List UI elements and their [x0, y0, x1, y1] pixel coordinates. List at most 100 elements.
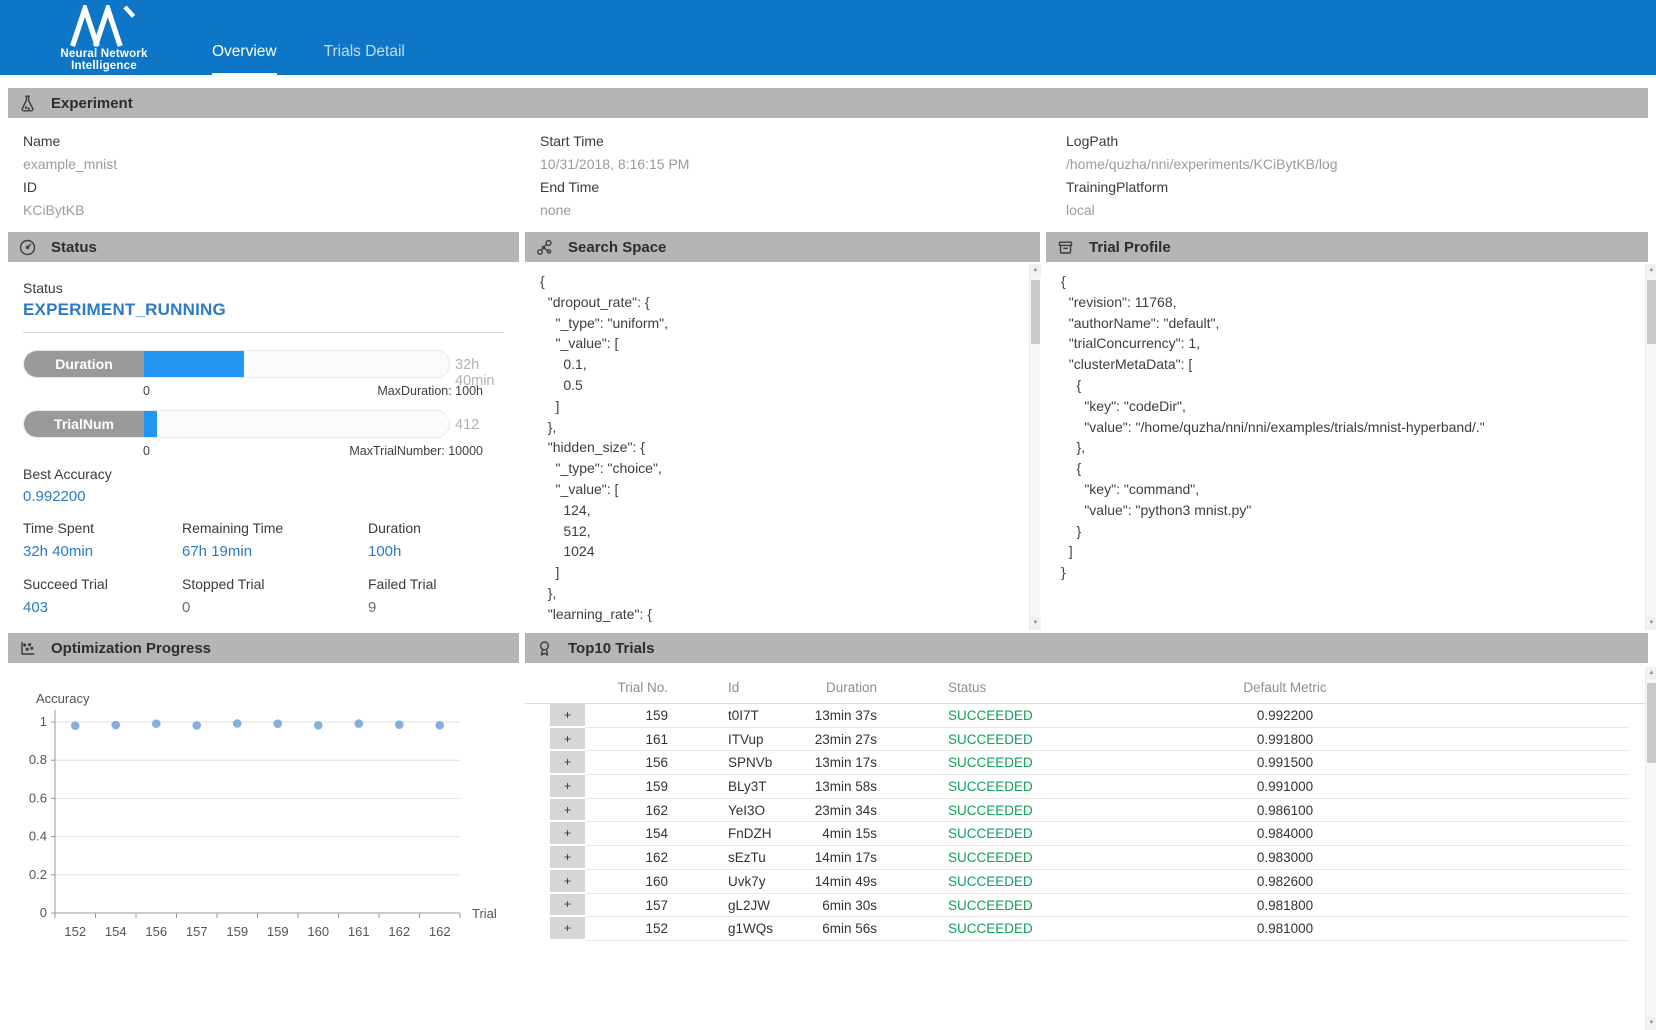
trial-status-cell: SUCCEEDED: [948, 775, 1168, 799]
expand-cell: +: [550, 870, 585, 894]
field-value: KCiBytKB: [23, 199, 117, 222]
table-row: +156SPNVb13min 17sSUCCEEDED0.991500: [525, 751, 1648, 775]
field-label: TrainingPlatform: [1066, 176, 1338, 199]
nni-logo-icon: [67, 5, 141, 47]
trialnum-progress-bar: TrialNum: [23, 410, 450, 438]
table-body: +159t0I7T13min 37sSUCCEEDED0.992200+161I…: [525, 704, 1648, 941]
field-value: 10/31/2018, 8:16:15 PM: [540, 153, 689, 176]
status-section-title: Status: [51, 239, 97, 256]
svg-text:1: 1: [40, 714, 47, 729]
svg-text:Trial: Trial: [472, 906, 497, 921]
expand-row-button[interactable]: +: [550, 751, 585, 775]
svg-text:0: 0: [40, 905, 47, 920]
search-space-section-header: Search Space: [525, 232, 1040, 262]
field-label: LogPath: [1066, 130, 1338, 153]
svg-text:154: 154: [105, 924, 127, 939]
svg-text:0.4: 0.4: [29, 829, 47, 844]
field-label: End Time: [540, 176, 689, 199]
scrollbar-thumb[interactable]: [1647, 683, 1656, 763]
optimization-section-header: Optimization Progress: [8, 633, 519, 663]
trial-duration-cell: 13min 58s: [770, 775, 877, 799]
stat-value: 403: [23, 599, 182, 616]
scrollbar-thumb[interactable]: [1031, 280, 1040, 344]
data-point: [273, 719, 282, 728]
trial-metric-cell: 0.981000: [1175, 917, 1395, 941]
scroll-down-icon[interactable]: ▼: [1646, 617, 1656, 630]
network-icon: [536, 239, 553, 256]
stat-value: 0: [182, 599, 368, 616]
tab-overview[interactable]: Overview: [212, 43, 277, 75]
stat-value: 9: [368, 599, 509, 616]
trial-no-cell: 162: [585, 799, 668, 823]
expand-cell: +: [550, 846, 585, 870]
data-point: [233, 719, 242, 728]
trial-profile-json: { "revision": 11768, "authorName": "defa…: [1046, 262, 1648, 583]
status-stats-grid: Time Spent32h 40min Remaining Time67h 19…: [23, 520, 509, 616]
trial-metric-cell: 0.991500: [1175, 751, 1395, 775]
stat-label: Duration: [368, 520, 509, 536]
trialnum-bar-track: [144, 411, 449, 437]
expand-row-button[interactable]: +: [550, 704, 585, 728]
table-row: +162YeI3O23min 34sSUCCEEDED0.986100: [525, 799, 1648, 823]
scroll-up-icon[interactable]: ▲: [1646, 264, 1656, 277]
svg-text:159: 159: [226, 924, 248, 939]
trial-metric-cell: 0.984000: [1175, 822, 1395, 846]
tab-trials-detail[interactable]: Trials Detail: [324, 43, 405, 75]
data-point: [192, 721, 201, 730]
trial-metric-cell: 0.992200: [1175, 704, 1395, 728]
trial-no-cell: 152: [585, 917, 668, 941]
trial-duration-cell: 13min 37s: [770, 704, 877, 728]
expand-row-button[interactable]: +: [550, 894, 585, 918]
expand-row-button[interactable]: +: [550, 775, 585, 799]
field-value: example_mnist: [23, 153, 117, 176]
trialnum-bar-scale: 0 MaxTrialNumber: 10000: [143, 444, 483, 458]
experiment-info: Name example_mnist ID KCiBytKB Start Tim…: [8, 118, 1648, 230]
expand-row-button[interactable]: +: [550, 917, 585, 941]
svg-text:160: 160: [307, 924, 329, 939]
scrollbar-thumb[interactable]: [1647, 280, 1656, 344]
trial-metric-cell: 0.983000: [1175, 846, 1395, 870]
nni-logo[interactable]: Neural Network Intelligence: [28, 5, 180, 72]
brand-text: Neural Network Intelligence: [28, 48, 180, 72]
trial-status-cell: SUCCEEDED: [948, 822, 1168, 846]
expand-row-button[interactable]: +: [550, 870, 585, 894]
trial-metric-cell: 0.986100: [1175, 799, 1395, 823]
optimization-chart-area: 00.20.40.60.8115215415615715915916016116…: [8, 663, 519, 1003]
expand-row-button[interactable]: +: [550, 799, 585, 823]
trial-duration-cell: 4min 15s: [770, 822, 877, 846]
scroll-down-icon[interactable]: ▼: [1030, 617, 1041, 630]
table-header-row: Trial No. Id Duration Status Default Met…: [525, 663, 1648, 704]
stat-label: Remaining Time: [182, 520, 368, 536]
trial-no-cell: 157: [585, 894, 668, 918]
search-space-scrollbar[interactable]: ▲ ▼: [1029, 264, 1040, 630]
expand-row-button[interactable]: +: [550, 846, 585, 870]
scroll-up-icon[interactable]: ▲: [1646, 667, 1656, 680]
scroll-up-icon[interactable]: ▲: [1030, 264, 1041, 277]
flask-icon: [19, 95, 36, 112]
trial-duration-cell: 13min 17s: [770, 751, 877, 775]
trial-duration-cell: 23min 34s: [770, 799, 877, 823]
data-point: [435, 721, 444, 730]
expand-row-button[interactable]: +: [550, 822, 585, 846]
expand-cell: +: [550, 751, 585, 775]
svg-text:161: 161: [348, 924, 370, 939]
column-header-status: Status: [948, 679, 1168, 697]
field-label: ID: [23, 176, 117, 199]
trial-profile-scrollbar[interactable]: ▲ ▼: [1645, 264, 1656, 630]
svg-text:162: 162: [388, 924, 410, 939]
scroll-down-icon[interactable]: ▼: [1646, 1017, 1656, 1030]
stat-value: 67h 19min: [182, 543, 368, 560]
medal-icon: [536, 640, 553, 657]
svg-text:152: 152: [64, 924, 86, 939]
optimization-progress-chart: 00.20.40.60.8115215415615715915916016116…: [8, 663, 519, 993]
trial-no-cell: 159: [585, 704, 668, 728]
best-accuracy-label: Best Accuracy: [23, 466, 112, 482]
expand-cell: +: [550, 799, 585, 823]
duration-bar-track: [144, 351, 449, 377]
best-accuracy-value: 0.992200: [23, 488, 86, 505]
trial-metric-cell: 0.991000: [1175, 775, 1395, 799]
table-row: +161ITVup23min 27sSUCCEEDED0.991800: [525, 728, 1648, 752]
top10-scrollbar[interactable]: ▲ ▼: [1645, 667, 1656, 1030]
expand-row-button[interactable]: +: [550, 728, 585, 752]
trial-no-cell: 162: [585, 846, 668, 870]
